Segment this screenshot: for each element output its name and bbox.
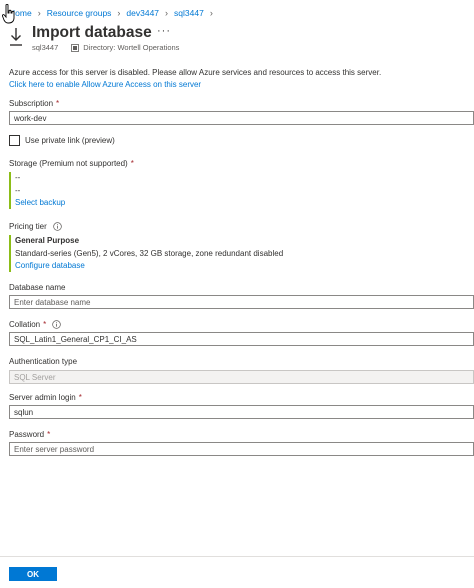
database-name-input[interactable]: Enter database name [9, 295, 474, 309]
breadcrumb-server[interactable]: sql3447 [174, 8, 204, 18]
info-icon[interactable] [52, 320, 61, 329]
database-name-label: Database name [9, 283, 65, 292]
page-title: Import database [32, 24, 152, 41]
pricing-tier-details: Standard-series (Gen5), 2 vCores, 32 GB … [15, 248, 284, 258]
collation-label-text: Collation [9, 320, 41, 329]
storage-line-1: -- [15, 173, 21, 182]
required-marker: * [130, 159, 134, 168]
footer-bar: OK [0, 556, 474, 588]
storage-label: Storage (Premium not supported) * [9, 159, 134, 168]
azure-access-notice: Azure access for this server is disabled… [9, 67, 469, 91]
admin-login-value: sqlun [14, 407, 34, 417]
breadcrumb: Home › Resource groups › dev3447 › sql34… [9, 7, 219, 19]
server-name: sql3447 [32, 43, 59, 52]
password-placeholder: Enter server password [14, 444, 95, 454]
subscription-label: Subscription * [9, 99, 59, 108]
private-link-row[interactable]: Use private link (preview) [9, 135, 115, 146]
collation-label: Collation * [9, 320, 61, 329]
ok-button[interactable]: OK [9, 567, 57, 581]
breadcrumb-resource-groups[interactable]: Resource groups [47, 8, 112, 18]
password-label-text: Password [9, 430, 45, 439]
database-name-label-text: Database name [9, 283, 66, 292]
private-link-checkbox[interactable] [9, 135, 20, 146]
database-name-placeholder: Enter database name [14, 297, 91, 307]
authentication-type-value: SQL Server [14, 372, 56, 382]
pricing-tier-block: General Purpose Standard-series (Gen5), … [9, 235, 283, 272]
breadcrumb-resource-group[interactable]: dev3447 [126, 8, 159, 18]
private-link-label: Use private link (preview) [25, 136, 115, 145]
directory-label: Directory: Wortell Operations [83, 43, 180, 52]
password-input[interactable]: Enter server password [9, 442, 474, 456]
chevron-right-icon: › [37, 8, 41, 18]
chevron-right-icon: › [209, 8, 213, 18]
import-download-icon [10, 28, 22, 46]
info-icon[interactable] [53, 222, 62, 231]
chevron-right-icon: › [117, 8, 121, 18]
required-marker: * [56, 99, 60, 108]
required-marker: * [43, 320, 47, 329]
storage-label-text: Storage (Premium not supported) [9, 159, 128, 168]
storage-line-2: -- [15, 185, 21, 195]
admin-login-label: Server admin login * [9, 393, 82, 402]
page-header: Import database ··· sql3447 Directory: W… [9, 24, 469, 54]
enable-azure-access-link[interactable]: Click here to enable Allow Azure Access … [9, 80, 201, 89]
notice-message: Azure access for this server is disabled… [9, 68, 382, 77]
storage-block: -- -- Select backup [9, 172, 65, 209]
authentication-type-label: Authentication type [9, 357, 77, 366]
authentication-type-select: SQL Server [9, 370, 474, 384]
authentication-type-label-text: Authentication type [9, 357, 78, 366]
subscription-select[interactable]: work-dev [9, 111, 474, 125]
required-marker: * [47, 430, 51, 439]
subscription-value: work-dev [14, 113, 47, 123]
password-label: Password * [9, 430, 50, 439]
pricing-tier-name: General Purpose [15, 236, 80, 245]
configure-database-link[interactable]: Configure database [15, 260, 283, 273]
select-backup-link[interactable]: Select backup [15, 197, 65, 210]
hand-cursor-icon [2, 4, 15, 24]
collation-value: SQL_Latin1_General_CP1_CI_AS [14, 334, 137, 344]
chevron-right-icon: › [165, 8, 169, 18]
collation-input[interactable]: SQL_Latin1_General_CP1_CI_AS [9, 332, 474, 346]
admin-login-input[interactable]: sqlun [9, 405, 474, 419]
subscription-label-text: Subscription [9, 99, 54, 108]
admin-login-label-text: Server admin login [9, 393, 76, 402]
pricing-tier-label: Pricing tier [9, 222, 62, 231]
directory-icon [71, 43, 80, 52]
page-subtitle: sql3447 Directory: Wortell Operations [32, 43, 179, 52]
pricing-tier-label-text: Pricing tier [9, 222, 47, 231]
more-options-icon[interactable]: ··· [157, 25, 171, 37]
required-marker: * [78, 393, 82, 402]
